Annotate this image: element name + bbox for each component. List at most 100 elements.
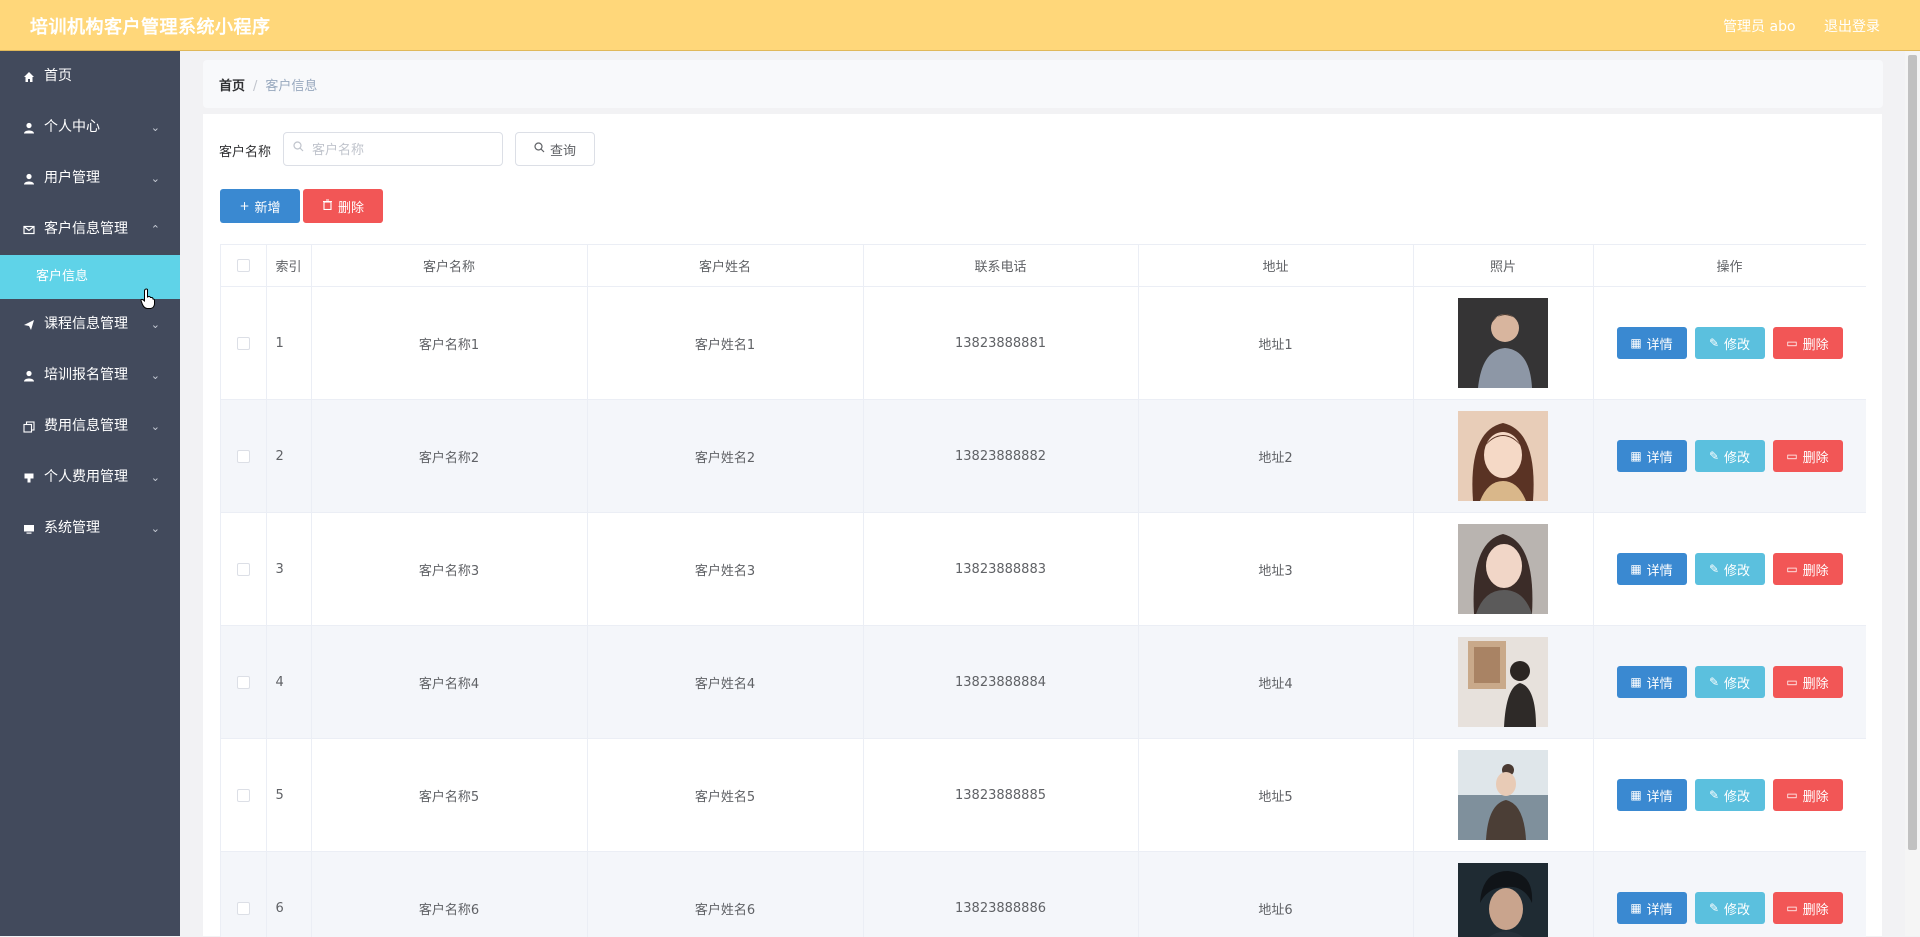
trash-icon: [322, 199, 333, 213]
delete-button[interactable]: ▭ 删除: [1773, 779, 1843, 811]
trash-icon: ▭: [1786, 336, 1797, 350]
delete-button[interactable]: ▭删除: [1773, 892, 1843, 924]
phone-cell: 13823888886: [863, 852, 1138, 937]
index-cell: 1: [266, 287, 311, 400]
row-checkbox[interactable]: [237, 789, 250, 802]
detail-button[interactable]: ▦ 详情: [1617, 666, 1687, 698]
search-icon: [293, 141, 304, 155]
edit-button[interactable]: ✎修改: [1695, 440, 1765, 472]
row-checkbox[interactable]: [237, 902, 250, 915]
breadcrumb-current: 客户信息: [265, 79, 317, 94]
edit-icon: ✎: [1709, 449, 1719, 463]
customer-photo[interactable]: [1458, 298, 1548, 388]
customer-name-cell: 客户名称5: [311, 739, 587, 852]
delete-button[interactable]: ▭删除: [1773, 327, 1843, 359]
chevron-down-icon: ⌄: [151, 153, 160, 204]
customer-photo[interactable]: [1458, 411, 1548, 501]
photo-cell: [1413, 739, 1593, 852]
query-button[interactable]: 查询: [515, 132, 595, 166]
add-button-label: 新增: [255, 197, 281, 216]
customer-photo[interactable]: [1458, 863, 1548, 937]
column-header: 客户名称: [311, 245, 587, 287]
sidebar-item-label: 首页: [44, 68, 72, 84]
chevron-down-icon: ⌄: [151, 452, 160, 503]
detail-label: 详情: [1647, 560, 1673, 579]
customer-person-cell: 客户姓名2: [587, 400, 863, 513]
delete-button[interactable]: ▭删除: [1773, 553, 1843, 585]
sidebar-item-label: 用户管理: [44, 170, 100, 186]
scrollbar-thumb[interactable]: [1908, 55, 1917, 850]
logout-link[interactable]: 退出登录: [1824, 19, 1880, 35]
sidebar-item-user-management[interactable]: 用户管理 ⌄: [0, 153, 180, 204]
edit-icon: ✎: [1709, 336, 1719, 350]
row-select-cell: [221, 513, 266, 626]
edit-label: 修改: [1724, 560, 1750, 579]
customer-person-cell: 客户姓名6: [587, 852, 863, 937]
row-checkbox[interactable]: [237, 676, 250, 689]
edit-button[interactable]: ✎修改: [1695, 779, 1765, 811]
chevron-down-icon: ⌄: [151, 102, 160, 153]
customer-photo[interactable]: [1458, 750, 1548, 840]
row-checkbox[interactable]: [237, 337, 250, 350]
index-cell: 3: [266, 513, 311, 626]
chevron-down-icon: ⌄: [151, 350, 160, 401]
breadcrumb-home[interactable]: 首页: [219, 79, 245, 94]
detail-button[interactable]: ▦详情: [1617, 327, 1687, 359]
customer-person-cell: 客户姓名5: [587, 739, 863, 852]
detail-button[interactable]: ▦详情: [1617, 553, 1687, 585]
batch-delete-button[interactable]: 删除: [303, 189, 383, 223]
table-row: 6 客户名称6 客户姓名6 13823888886 地址6: [221, 852, 1866, 937]
delete-label: 删除: [1803, 786, 1829, 805]
trash-icon: ▭: [1786, 675, 1797, 689]
detail-label: 详情: [1647, 786, 1673, 805]
detail-button[interactable]: ▦详情: [1617, 779, 1687, 811]
row-checkbox[interactable]: [237, 450, 250, 463]
admin-user-label[interactable]: 管理员 abo: [1723, 19, 1795, 35]
sidebar-item-home[interactable]: 首页: [0, 51, 180, 102]
column-header: 地址: [1138, 245, 1413, 287]
edit-button[interactable]: ✎修改: [1695, 666, 1765, 698]
sidebar-item-system-management[interactable]: 系统管理 ⌄: [0, 503, 180, 554]
actions-cell: ▦详情✎修改▭删除: [1593, 287, 1866, 400]
search-input[interactable]: [310, 139, 494, 161]
chevron-up-icon: ⌃: [151, 204, 160, 255]
detail-button[interactable]: ▦详情: [1617, 892, 1687, 924]
edit-button[interactable]: ✎修改: [1695, 553, 1765, 585]
select-all-checkbox[interactable]: [237, 259, 250, 272]
customer-photo[interactable]: [1458, 524, 1548, 614]
breadcrumb-separator: /: [253, 79, 257, 94]
address-cell: 地址6: [1138, 852, 1413, 937]
trash-icon: ▭: [1786, 788, 1797, 802]
search-box[interactable]: [283, 132, 503, 166]
customer-photo[interactable]: [1458, 637, 1548, 727]
trash-icon: ▭: [1786, 901, 1797, 915]
detail-label: 详情: [1647, 673, 1673, 692]
delete-label: 删除: [1803, 560, 1829, 579]
delete-button[interactable]: ▭ 删除: [1773, 440, 1843, 472]
add-button[interactable]: + 新增: [220, 189, 300, 223]
address-cell: 地址2: [1138, 400, 1413, 513]
column-header: 客户姓名: [587, 245, 863, 287]
document-icon: ▦: [1630, 901, 1641, 915]
trash-icon: ▭: [1786, 449, 1797, 463]
sidebar-item-fee-management[interactable]: 费用信息管理 ⌄: [0, 401, 180, 452]
detail-button[interactable]: ▦详情: [1617, 440, 1687, 472]
edit-button[interactable]: ✎修改: [1695, 892, 1765, 924]
sidebar-item-personal-fee[interactable]: 个人费用管理 ⌄: [0, 452, 180, 503]
edit-button[interactable]: ✎修改: [1695, 327, 1765, 359]
send-icon: [22, 299, 36, 350]
delete-button[interactable]: ▭删除: [1773, 666, 1843, 698]
query-button-label: 查询: [550, 140, 576, 159]
document-icon: ▦: [1630, 675, 1641, 689]
sidebar-item-personal-center[interactable]: 个人中心 ⌄: [0, 102, 180, 153]
edit-icon: ✎: [1709, 901, 1719, 915]
customer-name-cell: 客户名称4: [311, 626, 587, 739]
delete-label: 删除: [1803, 447, 1829, 466]
customer-table: 索引 客户名称 客户姓名 联系电话 地址 照片 操作 1 客户名称1 客户姓名1…: [220, 244, 1866, 937]
row-checkbox[interactable]: [237, 563, 250, 576]
sidebar-item-customer-management[interactable]: 客户信息管理 ⌃: [0, 204, 180, 255]
page-scrollbar[interactable]: [1905, 51, 1920, 936]
home-icon: [22, 51, 36, 102]
sidebar-item-enrollment-management[interactable]: 培训报名管理 ⌄: [0, 350, 180, 401]
phone-cell: 13823888883: [863, 513, 1138, 626]
